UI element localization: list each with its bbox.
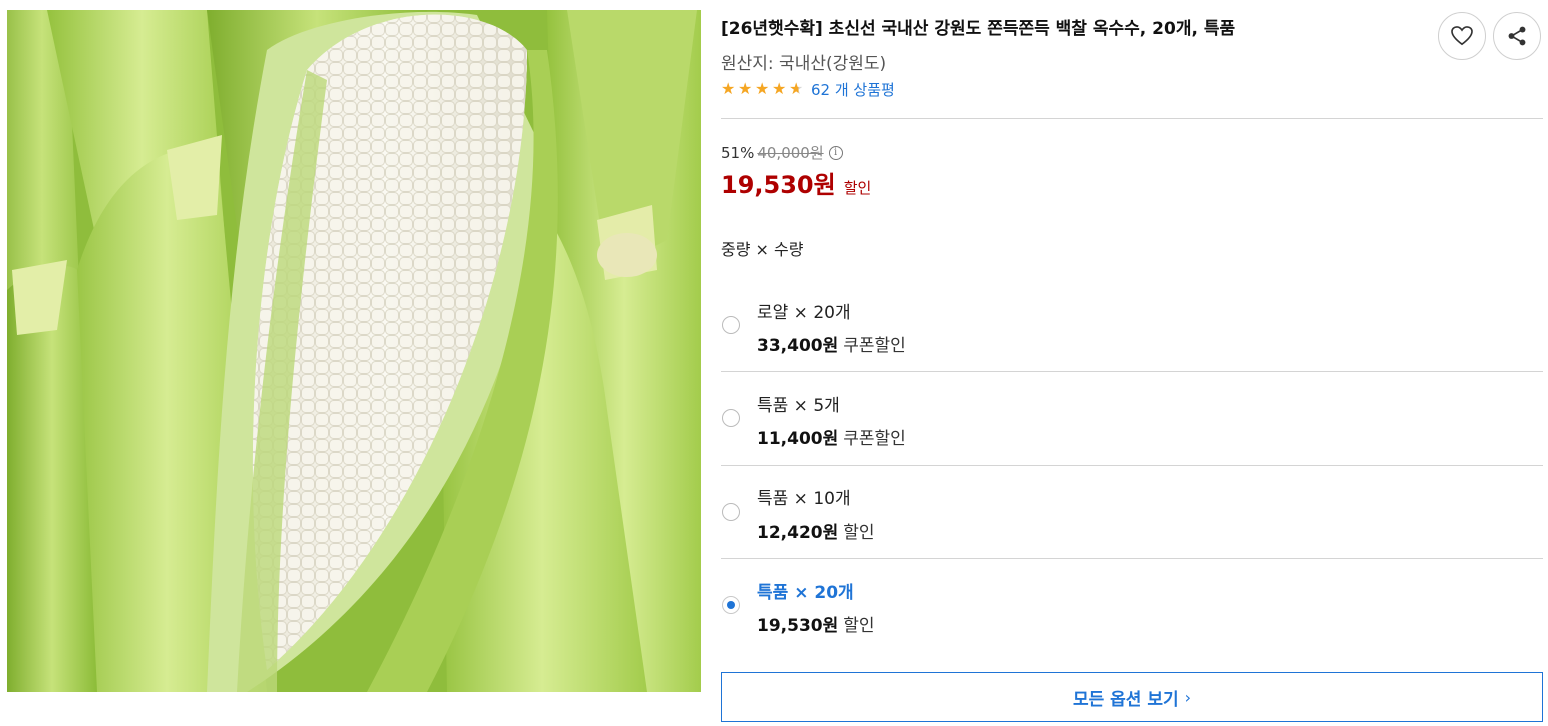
option-price: 12,420원 <box>757 523 839 543</box>
discount-info: 51% 40,000원 i <box>721 142 843 163</box>
option-radio[interactable] <box>722 503 740 521</box>
share-button[interactable] <box>1493 12 1541 60</box>
share-icon <box>1508 26 1526 46</box>
option-price: 33,400원 <box>757 336 839 356</box>
option-name: 특품 × 5개 <box>757 396 840 416</box>
view-all-options-label: 모든 옵션 보기 <box>1072 689 1179 710</box>
chevron-right-icon: › <box>1184 687 1192 707</box>
divider <box>721 118 1543 119</box>
rating-row: ★ ★ ★ ★ ★ 62 개 상품평 <box>721 79 895 99</box>
star-icon: ★ <box>772 79 787 98</box>
product-origin: 원산지: 국내산(강원도) <box>721 54 887 74</box>
heart-icon <box>1451 26 1473 46</box>
option-name: 특품 × 10개 <box>757 489 851 509</box>
rating-stars: ★ ★ ★ ★ ★ <box>721 81 806 97</box>
star-half-icon: ★ <box>789 81 806 97</box>
option-item[interactable]: 특품 × 5개 11,400원 쿠폰할인 <box>721 372 1543 465</box>
option-tag: 쿠폰할인 <box>843 429 906 449</box>
option-item[interactable]: 특품 × 10개 12,420원 할인 <box>721 466 1543 559</box>
option-price: 11,400원 <box>757 429 839 449</box>
star-icon: ★ <box>755 79 770 98</box>
review-count-link[interactable]: 62 개 상품평 <box>811 79 895 100</box>
option-tag: 쿠폰할인 <box>843 336 906 356</box>
option-tag: 할인 <box>843 616 875 636</box>
option-price: 19,530원 <box>757 616 839 636</box>
wishlist-button[interactable] <box>1438 12 1486 60</box>
sale-tag: 할인 <box>843 179 872 197</box>
option-price-row: 12,420원 할인 <box>757 518 875 543</box>
option-price-row: 11,400원 쿠폰할인 <box>757 424 906 449</box>
product-image <box>7 10 701 692</box>
sale-price: 19,530원 <box>721 171 836 199</box>
product-info-panel: [26년햇수확] 초신선 국내산 강원도 쫀득쫀득 백찰 옥수수, 20개, 특… <box>721 0 1543 726</box>
option-tag: 할인 <box>843 523 875 543</box>
option-item[interactable]: 로얄 × 20개 33,400원 쿠폰할인 <box>721 279 1543 372</box>
star-icon: ★ <box>721 79 736 98</box>
option-radio[interactable] <box>722 409 740 427</box>
option-item-selected[interactable]: 특품 × 20개 19,530원 할인 <box>721 559 1543 652</box>
option-radio-selected[interactable] <box>722 596 740 614</box>
option-name: 특품 × 20개 <box>757 583 854 603</box>
option-header: 중량 × 수량 <box>721 240 804 259</box>
sale-price-row: 19,530원 할인 <box>721 165 871 200</box>
option-price-row: 19,530원 할인 <box>757 611 875 636</box>
discount-rate: 51% <box>721 143 755 162</box>
original-price: 40,000원 <box>757 144 824 162</box>
view-all-options-button[interactable]: 모든 옵션 보기 › <box>721 672 1543 722</box>
info-icon[interactable]: i <box>828 145 843 160</box>
product-title: [26년햇수확] 초신선 국내산 강원도 쫀득쫀득 백찰 옥수수, 20개, 특… <box>721 19 1236 39</box>
star-icon: ★ <box>738 79 753 98</box>
option-price-row: 33,400원 쿠폰할인 <box>757 331 906 356</box>
option-name: 로얄 × 20개 <box>757 303 851 323</box>
option-radio[interactable] <box>722 316 740 334</box>
